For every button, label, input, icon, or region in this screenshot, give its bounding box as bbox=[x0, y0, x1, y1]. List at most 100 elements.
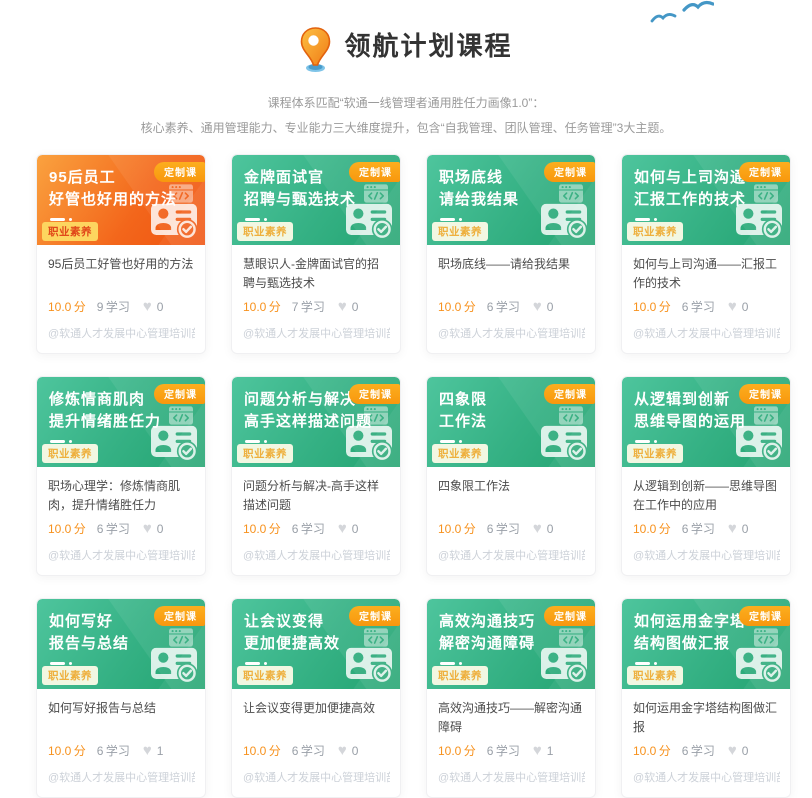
code-window-icon bbox=[754, 628, 778, 647]
course-cover[interactable]: 定制课 修炼情商肌肉 提升情绪胜任力 职业素养 bbox=[37, 377, 205, 467]
course-card[interactable]: 定制课 从逻辑到创新 思维导图的运用 职业素养 从逻辑到创新——思维导图在工作中… bbox=[621, 376, 791, 576]
course-description: 问题分析与解决-高手这样描述问题 bbox=[243, 477, 390, 515]
id-card-check-icon bbox=[151, 202, 197, 240]
location-pin-icon bbox=[299, 26, 332, 73]
course-description: 四象限工作法 bbox=[438, 477, 585, 515]
course-stats: 10.0 分 6 学习 ♥0 bbox=[48, 520, 195, 537]
like-count: 0 bbox=[547, 522, 554, 536]
course-score: 10.0 分 bbox=[438, 298, 476, 315]
course-card[interactable]: 定制课 95后员工 好管也好用的方法 职业素养 95后员工好管也好用的方法 10… bbox=[36, 154, 206, 354]
like-button[interactable]: ♥1 bbox=[533, 744, 554, 758]
course-cover[interactable]: 定制课 如何运用金字塔 结构图做汇报 职业素养 bbox=[622, 599, 790, 689]
course-cover[interactable]: 定制课 问题分析与解决 高手这样描述问题 职业素养 bbox=[232, 377, 400, 467]
like-button[interactable]: ♥0 bbox=[728, 744, 749, 758]
custom-course-badge: 定制课 bbox=[739, 384, 790, 404]
like-count: 0 bbox=[352, 300, 359, 314]
heart-icon: ♥ bbox=[143, 301, 152, 313]
course-card[interactable]: 定制课 如何运用金字塔 结构图做汇报 职业素养 如何运用金字塔结构图做汇报 10… bbox=[621, 598, 791, 798]
course-card[interactable]: 定制课 修炼情商肌肉 提升情绪胜任力 职业素养 职场心理学：修炼情商肌肉，提升情… bbox=[36, 376, 206, 576]
course-cover[interactable]: 定制课 如何与上司沟通 汇报工作的技术 职业素养 bbox=[622, 155, 790, 245]
id-card-check-icon bbox=[541, 646, 587, 684]
id-card-check-icon bbox=[151, 646, 197, 684]
course-author: @软通人才发展中心管理培训部 bbox=[243, 769, 390, 785]
course-cover[interactable]: 定制课 95后员工 好管也好用的方法 职业素养 bbox=[37, 155, 205, 245]
course-cover[interactable]: 定制课 从逻辑到创新 思维导图的运用 职业素养 bbox=[622, 377, 790, 467]
like-button[interactable]: ♥0 bbox=[533, 300, 554, 314]
course-card[interactable]: 定制课 让会议变得 更加便捷高效 职业素养 让会议变得更加便捷高效 10.0 分… bbox=[231, 598, 401, 798]
course-card[interactable]: 定制课 如何写好 报告与总结 职业素养 如何写好报告与总结 10.0 分 6 学… bbox=[36, 598, 206, 798]
heart-icon: ♥ bbox=[533, 745, 542, 757]
code-window-icon bbox=[364, 628, 388, 647]
like-button[interactable]: ♥0 bbox=[143, 300, 164, 314]
course-cover[interactable]: 定制课 如何写好 报告与总结 职业素养 bbox=[37, 599, 205, 689]
course-cover[interactable]: 定制课 金牌面试官 招聘与甄选技术 职业素养 bbox=[232, 155, 400, 245]
course-score: 10.0 分 bbox=[243, 298, 281, 315]
course-card-body: 职场心理学：修炼情商肌肉，提升情绪胜任力 10.0 分 6 学习 ♥0 @软通人… bbox=[37, 467, 205, 575]
course-card[interactable]: 定制课 如何与上司沟通 汇报工作的技术 职业素养 如何与上司沟通——汇报工作的技… bbox=[621, 154, 791, 354]
course-author: @软通人才发展中心管理培训部 bbox=[438, 769, 585, 785]
like-button[interactable]: ♥0 bbox=[728, 522, 749, 536]
id-card-check-icon bbox=[736, 424, 782, 462]
course-cover[interactable]: 定制课 职场底线 请给我结果 职业素养 bbox=[427, 155, 595, 245]
like-button[interactable]: ♥0 bbox=[338, 300, 359, 314]
like-button[interactable]: ♥1 bbox=[143, 744, 164, 758]
study-count: 6 学习 bbox=[292, 520, 325, 537]
heart-icon: ♥ bbox=[143, 745, 152, 757]
like-count: 0 bbox=[547, 300, 554, 314]
id-card-check-icon bbox=[346, 424, 392, 462]
course-card[interactable]: 定制课 金牌面试官 招聘与甄选技术 职业素养 慧眼识人-金牌面试官的招聘与甄选技… bbox=[231, 154, 401, 354]
course-stats: 10.0 分 9 学习 ♥0 bbox=[48, 298, 195, 315]
like-button[interactable]: ♥0 bbox=[533, 522, 554, 536]
like-count: 1 bbox=[157, 744, 164, 758]
category-tag: 职业素养 bbox=[237, 666, 293, 685]
study-count: 6 学习 bbox=[487, 298, 520, 315]
id-card-check-icon bbox=[346, 646, 392, 684]
custom-course-badge: 定制课 bbox=[544, 606, 595, 626]
course-score: 10.0 分 bbox=[438, 520, 476, 537]
course-cover[interactable]: 定制课 高效沟通技巧 解密沟通障碍 职业素养 bbox=[427, 599, 595, 689]
id-card-check-icon bbox=[346, 202, 392, 240]
course-card[interactable]: 定制课 问题分析与解决 高手这样描述问题 职业素养 问题分析与解决-高手这样描述… bbox=[231, 376, 401, 576]
study-count: 6 学习 bbox=[292, 742, 325, 759]
course-description: 慧眼识人-金牌面试官的招聘与甄选技术 bbox=[243, 255, 390, 293]
category-tag: 职业素养 bbox=[42, 444, 98, 463]
course-card[interactable]: 定制课 四象限 工作法 职业素养 四象限工作法 10.0 分 6 学习 ♥0 bbox=[426, 376, 596, 576]
page-subtitle-line2: 核心素养、通用管理能力、专业能力三大维度提升，包含“自我管理、团队管理、任务管理… bbox=[0, 119, 812, 136]
heart-icon: ♥ bbox=[728, 745, 737, 757]
code-window-icon bbox=[559, 184, 583, 203]
study-count: 6 学习 bbox=[487, 520, 520, 537]
like-button[interactable]: ♥0 bbox=[338, 522, 359, 536]
course-description: 职场底线——请给我结果 bbox=[438, 255, 585, 293]
heart-icon: ♥ bbox=[338, 301, 347, 313]
id-card-check-icon bbox=[541, 202, 587, 240]
like-button[interactable]: ♥0 bbox=[338, 744, 359, 758]
course-card-body: 如何与上司沟通——汇报工作的技术 10.0 分 6 学习 ♥0 @软通人才发展中… bbox=[622, 245, 790, 353]
code-window-icon bbox=[169, 628, 193, 647]
course-author: @软通人才发展中心管理培训部 bbox=[438, 547, 585, 563]
like-count: 0 bbox=[157, 300, 164, 314]
course-card-body: 95后员工好管也好用的方法 10.0 分 9 学习 ♥0 @软通人才发展中心管理… bbox=[37, 245, 205, 353]
id-card-check-icon bbox=[736, 646, 782, 684]
course-score: 10.0 分 bbox=[438, 742, 476, 759]
course-stats: 10.0 分 6 学习 ♥0 bbox=[438, 298, 585, 315]
course-cover[interactable]: 定制课 让会议变得 更加便捷高效 职业素养 bbox=[232, 599, 400, 689]
study-count: 9 学习 bbox=[97, 298, 130, 315]
like-button[interactable]: ♥0 bbox=[728, 300, 749, 314]
like-count: 0 bbox=[352, 522, 359, 536]
code-window-icon bbox=[754, 406, 778, 425]
course-author: @软通人才发展中心管理培训部 bbox=[438, 325, 585, 341]
category-tag: 职业素养 bbox=[627, 444, 683, 463]
course-card[interactable]: 定制课 高效沟通技巧 解密沟通障碍 职业素养 高效沟通技巧——解密沟通障碍 10… bbox=[426, 598, 596, 798]
course-description: 让会议变得更加便捷高效 bbox=[243, 699, 390, 737]
custom-course-badge: 定制课 bbox=[349, 162, 400, 182]
category-tag: 职业素养 bbox=[627, 666, 683, 685]
course-cover[interactable]: 定制课 四象限 工作法 职业素养 bbox=[427, 377, 595, 467]
course-stats: 10.0 分 6 学习 ♥0 bbox=[633, 742, 780, 759]
course-description: 如何与上司沟通——汇报工作的技术 bbox=[633, 255, 780, 293]
code-window-icon bbox=[364, 406, 388, 425]
like-button[interactable]: ♥0 bbox=[143, 522, 164, 536]
course-card[interactable]: 定制课 职场底线 请给我结果 职业素养 职场底线——请给我结果 10.0 分 6… bbox=[426, 154, 596, 354]
category-tag: 职业素养 bbox=[237, 222, 293, 241]
course-score: 10.0 分 bbox=[633, 298, 671, 315]
course-description: 从逻辑到创新——思维导图在工作中的应用 bbox=[633, 477, 780, 515]
